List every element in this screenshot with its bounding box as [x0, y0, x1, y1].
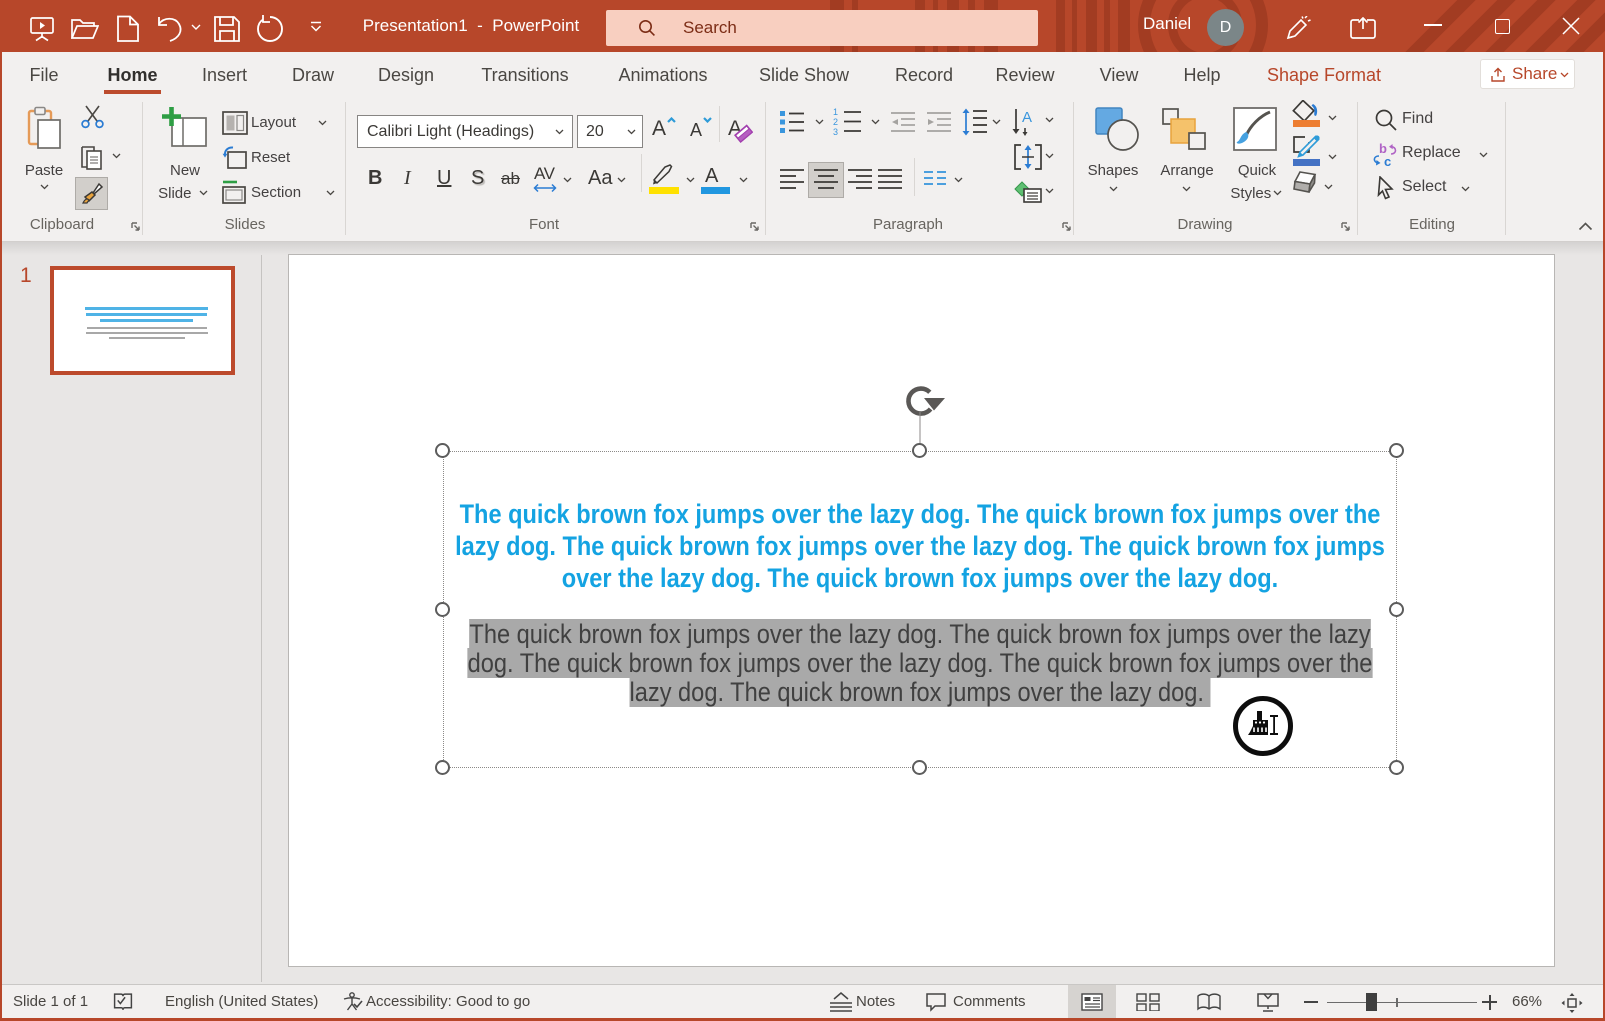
- svg-text:3: 3: [833, 127, 838, 136]
- svg-text:1: 1: [833, 107, 838, 117]
- svg-text:A: A: [1022, 109, 1032, 126]
- svg-text:c: c: [1384, 154, 1391, 168]
- svg-text:2: 2: [833, 117, 838, 127]
